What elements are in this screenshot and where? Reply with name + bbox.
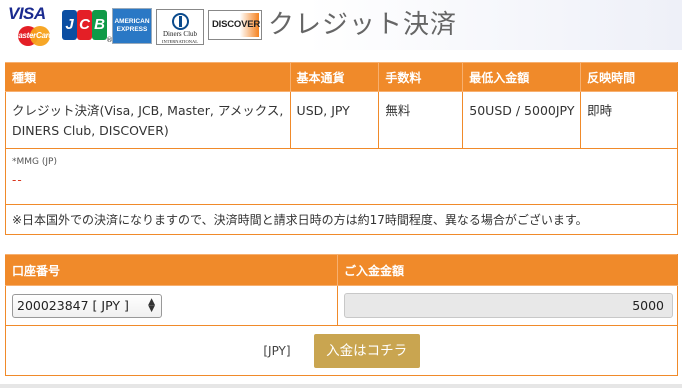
jcb-logo: J C B ® (62, 10, 113, 44)
header-currency: 基本通貨 (289, 62, 380, 92)
table-row: クレジット決済(Visa, JCB, Master, アメックス, DINERS… (5, 91, 678, 149)
jcb-letter-j: J (65, 16, 74, 33)
deposit-form-header: 口座番号 ご入金金額 (4, 254, 678, 286)
visa-logo-text: VISA (8, 4, 46, 23)
header-deposit-amount: ご入金金額 (337, 254, 678, 286)
page-title: クレジット決済 (268, 10, 458, 40)
account-select-value: 200023847 [ JPY ] (17, 297, 129, 313)
header-reflect-time: 反映時間 (580, 62, 678, 92)
account-select[interactable]: 200023847 [ JPY ] ▲ ▼ (12, 293, 162, 318)
select-updown-icon: ▲ ▼ (148, 296, 155, 314)
mastercard-logo-text: MasterCard (12, 31, 54, 40)
note-text: ※日本国外での決済になりますので、決済時間と請求日時の方は約17時間程度、異なる… (5, 204, 678, 235)
diners-club-emblem (172, 13, 189, 30)
deposit-form-table: 口座番号 ご入金金額 200023847 [ JPY ] ▲ ▼ 5000 [JP… (4, 254, 678, 376)
discover-logo: DISCOVER (208, 10, 262, 40)
deposit-button[interactable]: 入金はコチラ (313, 333, 420, 368)
header-account-number: 口座番号 (4, 254, 339, 286)
actions-cell: [JPY] 入金はコチラ (5, 325, 678, 376)
discover-logo-text: DISCOVER (212, 19, 261, 30)
visa-mastercard-logo: VISA MasterCard (6, 4, 58, 48)
diners-club-logo-text: Diners Club INTERNATIONAL (157, 31, 203, 45)
amount-cell: 5000 (337, 285, 678, 326)
amount-input[interactable]: 5000 (344, 293, 674, 318)
currency-label: [JPY] (263, 343, 291, 358)
payment-info-table: 種類 基本通貨 手数料 最低入金額 反映時間 クレジット決済(Visa, JCB… (5, 62, 678, 235)
mmg-cell: *MMG (JP) -- (5, 148, 678, 205)
cell-type: クレジット決済(Visa, JCB, Master, アメックス, DINERS… (5, 91, 291, 149)
amex-logo-text: AMERICAN EXPRESS (114, 18, 150, 33)
header-type: 種類 (5, 62, 291, 92)
cell-reflect-time: 即時 (580, 91, 678, 149)
cell-fee: 無料 (378, 91, 464, 149)
info-table-header: 種類 基本通貨 手数料 最低入金額 反映時間 (5, 62, 678, 92)
deposit-form-fields: 200023847 [ JPY ] ▲ ▼ 5000 (4, 285, 678, 326)
diners-club-name: Diners Club (162, 30, 198, 38)
note-row: ※日本国外での決済になりますので、決済時間と請求日時の方は約17時間程度、異なる… (5, 204, 678, 235)
mmg-label: *MMG (JP) (12, 157, 57, 167)
diners-club-logo: Diners Club INTERNATIONAL (156, 9, 204, 45)
mmg-row: *MMG (JP) -- (5, 148, 678, 205)
cell-minimum: 50USD / 5000JPY (462, 91, 582, 149)
jcb-letter-c: C (79, 16, 90, 33)
diners-club-subtext: INTERNATIONAL (162, 39, 198, 44)
bottom-rule (0, 384, 682, 388)
mmg-value: -- (12, 173, 23, 187)
amex-logo: AMERICAN EXPRESS (112, 8, 152, 44)
header-minimum: 最低入金額 (462, 62, 582, 92)
jcb-letter-b: B (94, 16, 105, 33)
deposit-form-actions: [JPY] 入金はコチラ (5, 325, 678, 376)
header-fee: 手数料 (378, 62, 464, 92)
account-cell: 200023847 [ JPY ] ▲ ▼ (4, 285, 339, 326)
cell-currency: USD, JPY (289, 91, 380, 149)
page-header: VISA MasterCard J C B ® AMERICAN EXPRESS… (0, 0, 682, 50)
